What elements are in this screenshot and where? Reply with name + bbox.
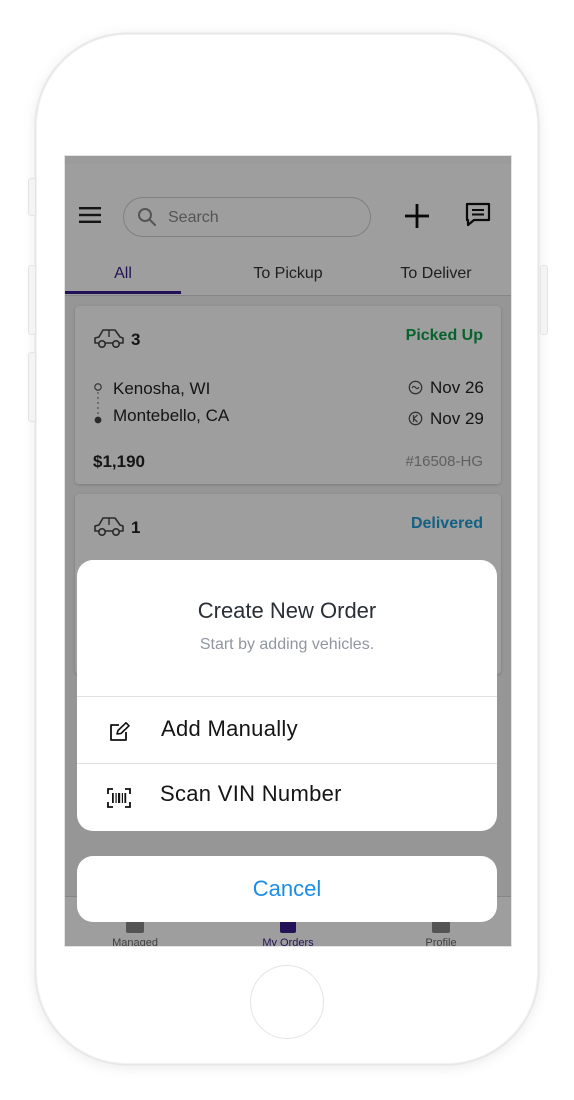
- cancel-button[interactable]: Cancel: [77, 856, 497, 922]
- scan-vin-button[interactable]: Scan VIN Number: [77, 764, 497, 830]
- phone-volume-down: [28, 352, 36, 422]
- scan-vin-label: Scan VIN Number: [160, 781, 342, 806]
- phone-volume-up: [28, 265, 36, 335]
- phone-mute-switch: [28, 178, 36, 216]
- create-order-sheet: Create New Order Start by adding vehicle…: [77, 560, 497, 831]
- sheet-subtitle: Start by adding vehicles.: [199, 636, 375, 653]
- add-manually-label: Add Manually: [161, 716, 298, 741]
- edit-icon: [110, 722, 130, 741]
- home-button[interactable]: [250, 965, 324, 1039]
- sheet-title: Create New Order: [197, 598, 377, 623]
- add-manually-button[interactable]: Add Manually: [77, 697, 497, 763]
- phone-power-button: [540, 265, 548, 335]
- barcode-scan-icon: [107, 788, 131, 808]
